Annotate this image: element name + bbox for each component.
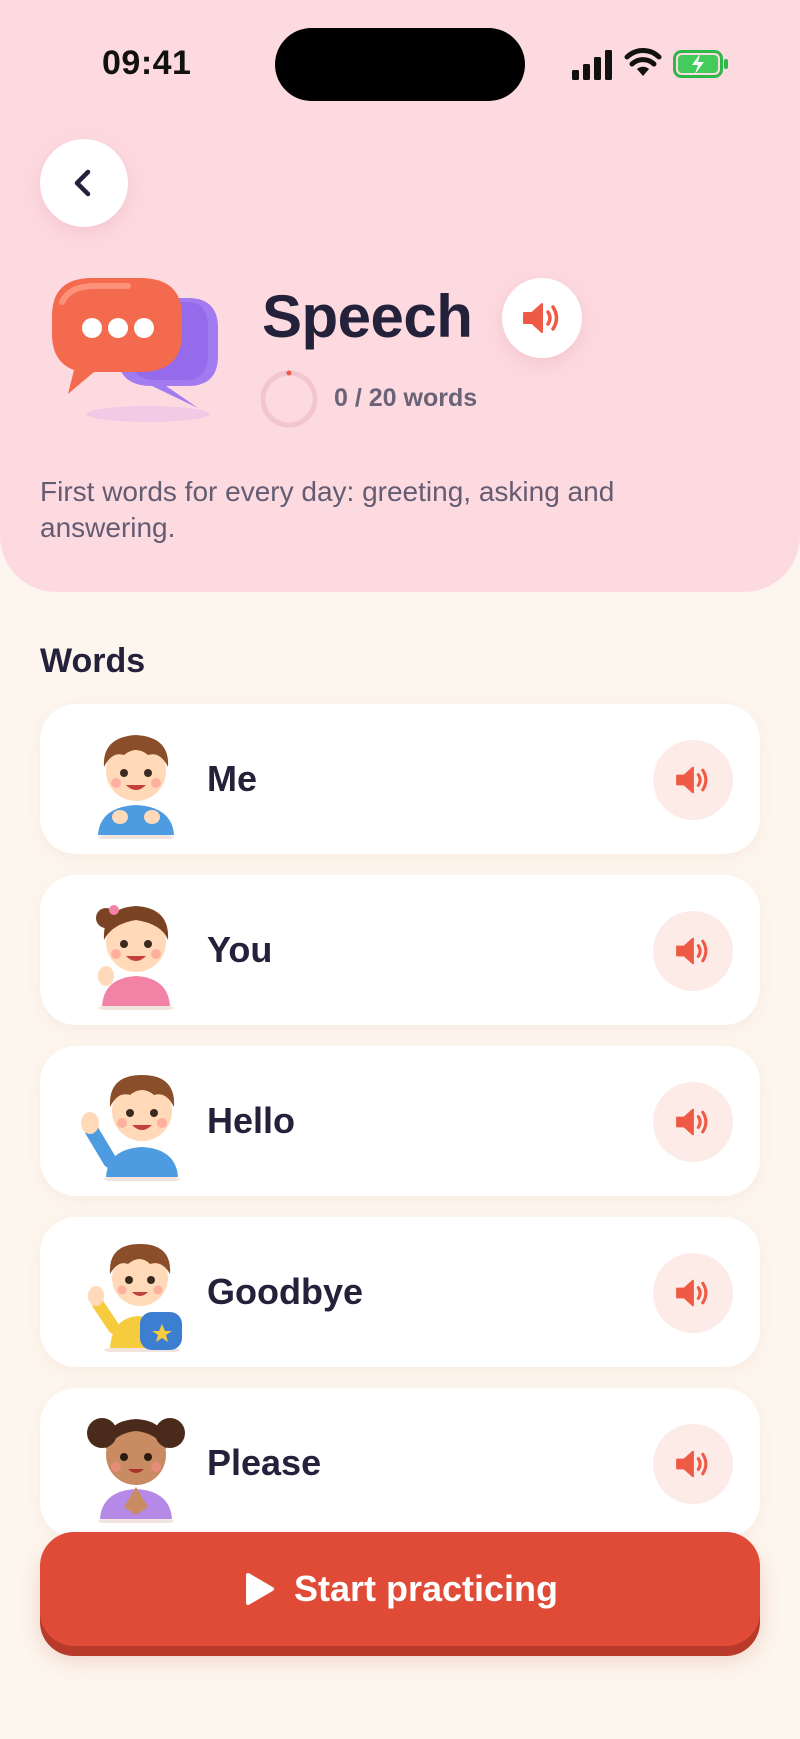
- word-audio-button[interactable]: [653, 1424, 733, 1504]
- word-card-goodbye[interactable]: Goodbye: [40, 1217, 760, 1367]
- progress-ring: [260, 370, 318, 428]
- boy-waving-icon: [81, 1075, 180, 1181]
- word-audio-button[interactable]: [653, 911, 733, 991]
- boy-backpack-waving-icon: [88, 1244, 182, 1352]
- speaker-icon: [676, 1450, 708, 1478]
- section-title: Words: [40, 642, 146, 680]
- cellular-signal-icon: [572, 50, 612, 80]
- speaker-icon: [676, 1108, 708, 1136]
- word-audio-button[interactable]: [653, 740, 733, 820]
- word-card-hello[interactable]: Hello: [40, 1046, 760, 1196]
- start-button-label: Start practicing: [293, 1568, 559, 1609]
- word-card-me[interactable]: Me: [40, 704, 760, 854]
- start-practicing-button[interactable]: Start practicing: [40, 1532, 760, 1646]
- word-label: Me: [207, 758, 258, 799]
- speech-bubbles-icon: [52, 278, 218, 422]
- word-card-you[interactable]: You: [40, 875, 760, 1025]
- girl-praying-hands-icon: [87, 1418, 185, 1523]
- girl-pointing-icon: [96, 905, 174, 1010]
- word-label: You: [207, 929, 273, 970]
- status-bar: 09:41: [0, 0, 800, 130]
- word-label: Please: [207, 1442, 322, 1483]
- word-audio-button[interactable]: [653, 1253, 733, 1333]
- category-description: First words for every day: greeting, ask…: [40, 476, 615, 543]
- speaker-icon: [676, 766, 708, 794]
- speaker-icon: [676, 1279, 708, 1307]
- word-label: Hello: [207, 1100, 296, 1141]
- progress-count: 0 / 20 words: [334, 384, 478, 412]
- dynamic-island: [275, 28, 525, 101]
- battery-charging-icon: [673, 50, 728, 78]
- chevron-left-icon: [74, 169, 91, 197]
- play-icon: [245, 1573, 274, 1605]
- wifi-icon: [624, 48, 662, 76]
- back-button[interactable]: [40, 139, 128, 227]
- boy-pointing-self-icon: [98, 735, 174, 839]
- word-label: Goodbye: [207, 1271, 364, 1312]
- status-time: 09:41: [102, 44, 192, 82]
- page-title: Speech: [262, 283, 473, 350]
- speaker-icon: [523, 303, 559, 333]
- speaker-icon: [676, 937, 708, 965]
- word-audio-button[interactable]: [653, 1082, 733, 1162]
- word-card-please[interactable]: Please: [40, 1388, 760, 1538]
- title-audio-button[interactable]: [502, 278, 582, 358]
